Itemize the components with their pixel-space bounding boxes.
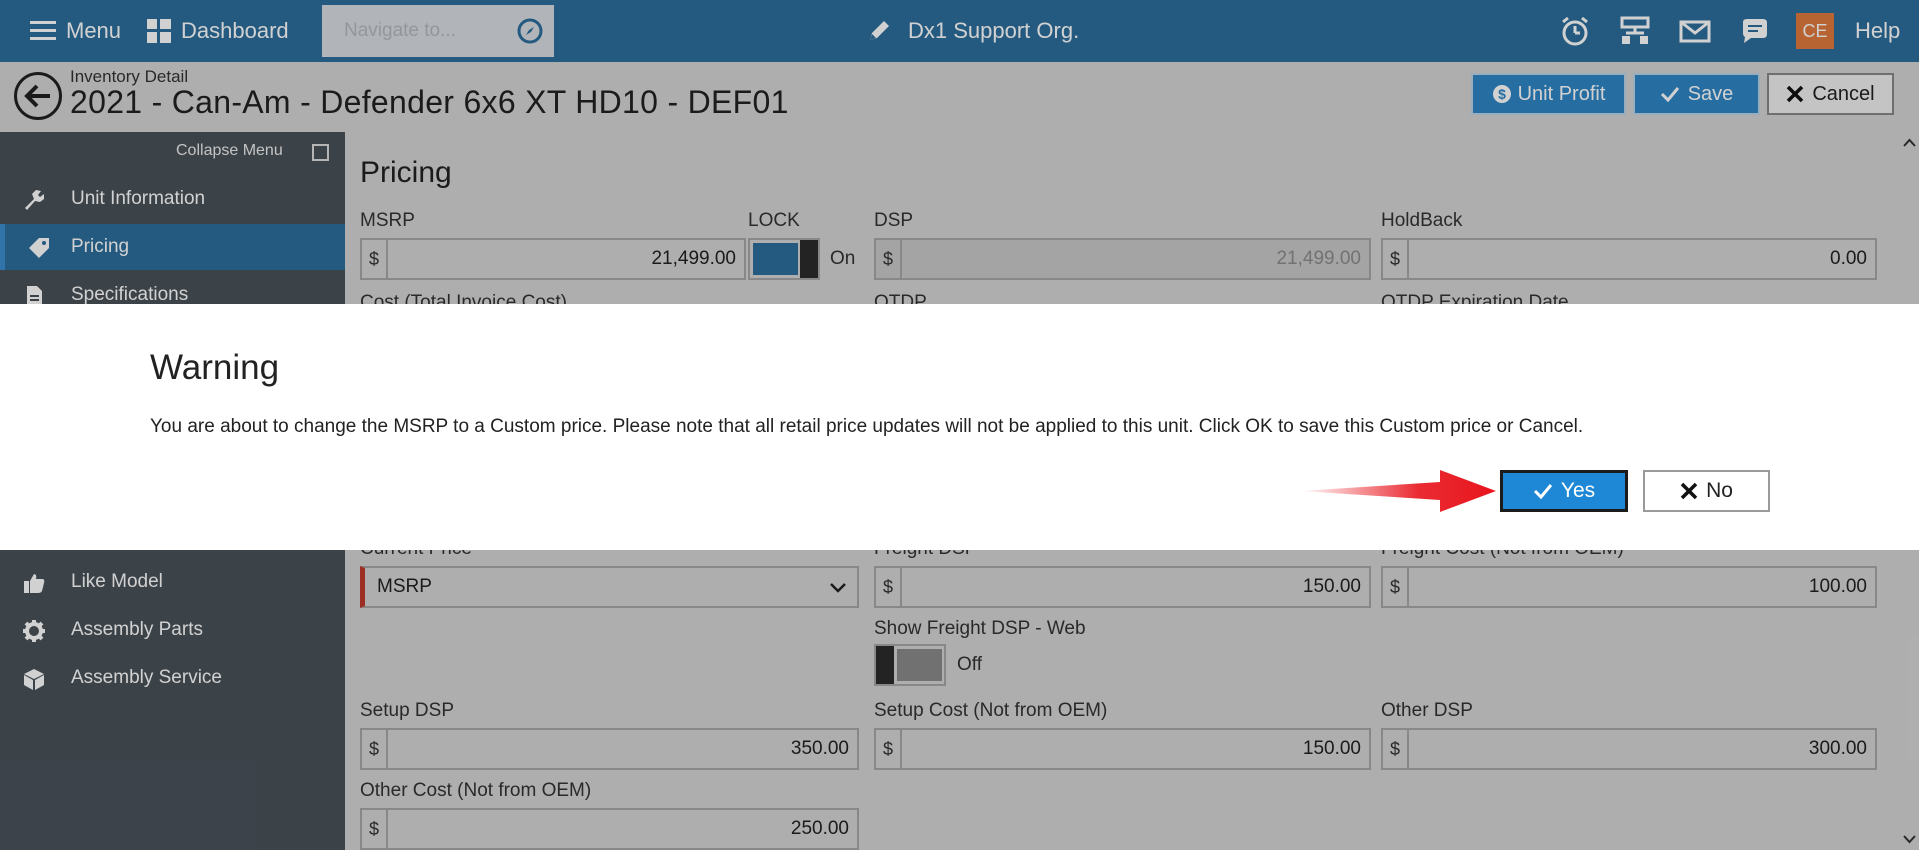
no-label: No bbox=[1706, 479, 1733, 502]
warning-dialog: Warning You are about to change the MSRP… bbox=[0, 304, 1919, 550]
check-icon bbox=[1533, 484, 1553, 500]
yes-button[interactable]: Yes bbox=[1500, 470, 1628, 512]
dialog-title: Warning bbox=[150, 348, 280, 387]
dialog-message: You are about to change the MSRP to a Cu… bbox=[150, 416, 1584, 437]
close-icon bbox=[1680, 482, 1698, 500]
yes-label: Yes bbox=[1560, 479, 1596, 502]
no-button[interactable]: No bbox=[1643, 470, 1770, 512]
red-arrow-annotation bbox=[1300, 470, 1496, 512]
